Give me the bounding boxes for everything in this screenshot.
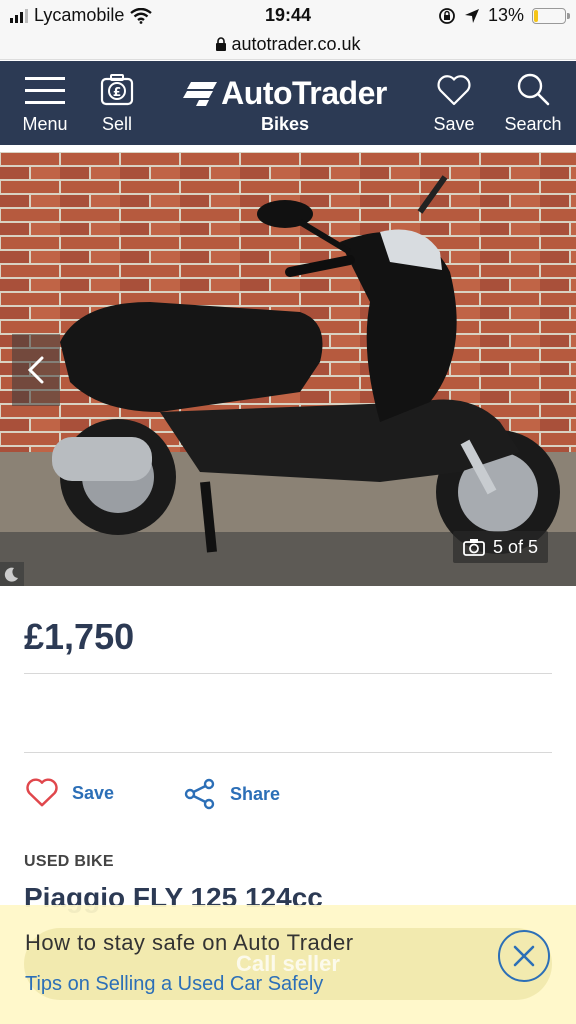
- battery-icon: [532, 7, 570, 24]
- photo-counter-text: 5 of 5: [492, 536, 538, 557]
- header-save-label: Save: [433, 114, 475, 134]
- heart-icon: [26, 778, 58, 807]
- logo-text: AutoTrader: [221, 75, 387, 111]
- hamburger-icon: [25, 77, 65, 104]
- camera-icon: [463, 539, 485, 556]
- moon-badge-icon: [0, 562, 24, 586]
- status-bar: Lycamobile 19:44 13%: [0, 0, 576, 30]
- listing-photo[interactable]: 5 of 5: [0, 152, 576, 586]
- orientation-lock-icon: [439, 7, 455, 24]
- banner-link[interactable]: Tips on Selling a Used Car Safely: [25, 973, 323, 996]
- menu-label: Menu: [22, 114, 68, 134]
- share-listing-button[interactable]: Share: [184, 778, 280, 810]
- sell-camera-icon: £: [100, 74, 134, 106]
- save-listing-button[interactable]: Save: [26, 778, 114, 808]
- photo-counter[interactable]: 5 of 5: [452, 531, 548, 563]
- heart-outline-icon: [437, 75, 471, 106]
- sell-button[interactable]: £ Sell: [92, 61, 142, 145]
- close-icon: [513, 945, 535, 967]
- condition-label: USED BIKE: [24, 853, 114, 870]
- battery-percent: 13%: [487, 5, 524, 25]
- header-search-button[interactable]: Search: [498, 61, 568, 145]
- site-header: Menu £ Sell AutoTrader Bikes Save Search: [0, 61, 576, 145]
- previous-photo-button[interactable]: [12, 334, 60, 406]
- divider: [24, 752, 552, 753]
- autotrader-logo[interactable]: AutoTrader Bikes: [180, 75, 390, 135]
- header-search-label: Search: [504, 114, 562, 134]
- header-save-button[interactable]: Save: [428, 61, 480, 145]
- url-text: autotrader.co.uk: [231, 34, 361, 54]
- address-bar[interactable]: autotrader.co.uk: [0, 30, 576, 60]
- location-arrow-icon: [464, 8, 479, 23]
- scooter-photo: [0, 152, 576, 586]
- status-right: 13%: [438, 5, 570, 26]
- autotrader-logo-mark: [183, 81, 218, 106]
- sell-label: Sell: [101, 114, 132, 134]
- close-banner-button[interactable]: [498, 930, 550, 982]
- logo-subtitle: Bikes: [260, 114, 310, 134]
- menu-button[interactable]: Menu: [14, 61, 76, 145]
- share-icon: [184, 778, 215, 810]
- listing-price: £1,750: [24, 616, 135, 657]
- divider: [24, 673, 552, 674]
- chevron-left-icon: [27, 356, 44, 384]
- save-label: Save: [72, 782, 115, 803]
- lock-icon: [216, 37, 227, 51]
- share-label: Share: [230, 783, 281, 804]
- search-icon: [517, 73, 550, 106]
- banner-title: How to stay safe on Auto Trader: [25, 930, 354, 955]
- svg-text:£: £: [113, 85, 121, 99]
